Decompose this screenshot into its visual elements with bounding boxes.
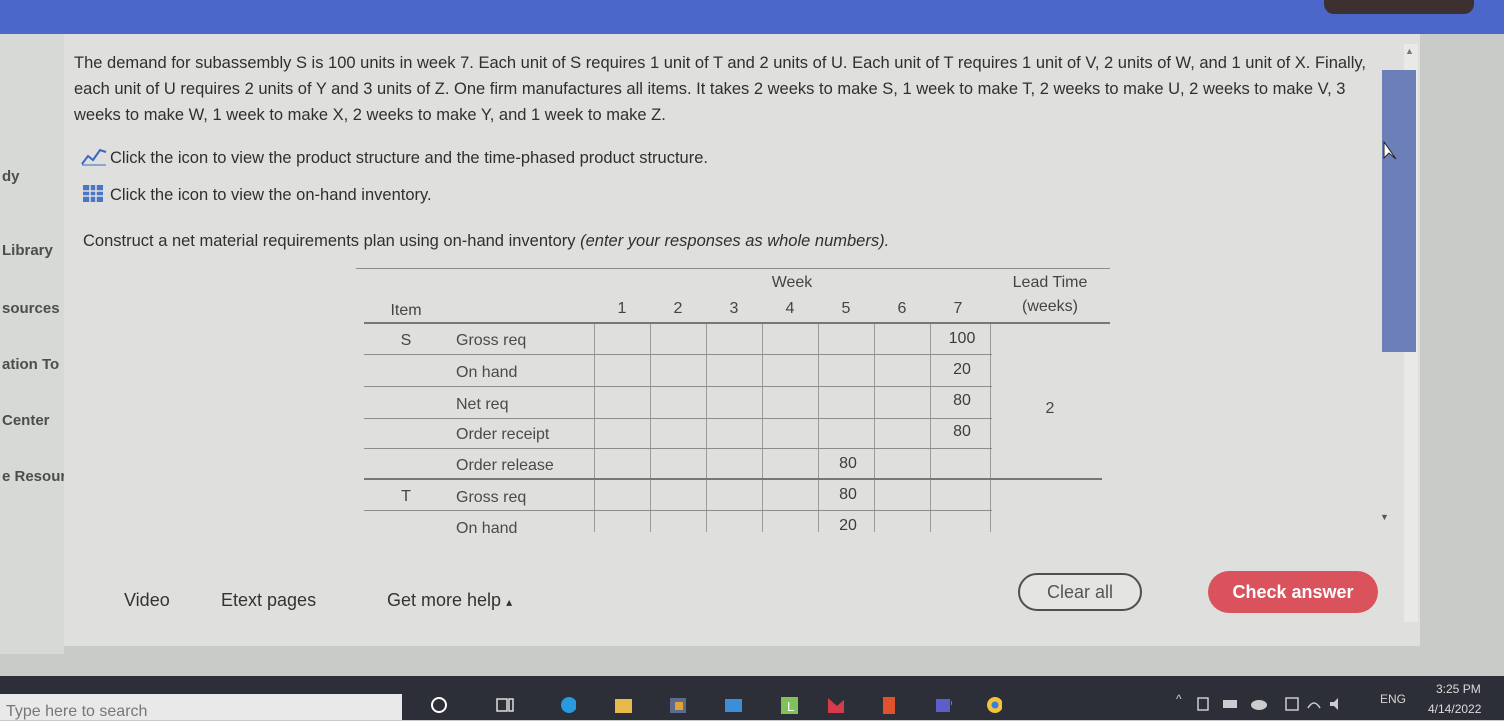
- volume-icon[interactable]: [1328, 696, 1346, 714]
- week-1-header: 1: [617, 300, 627, 317]
- grid-line: [594, 324, 595, 532]
- task-view-icon[interactable]: [496, 696, 514, 714]
- row-rule: [364, 448, 992, 449]
- nav-item-sources[interactable]: sources: [2, 300, 60, 317]
- s-order-receipt-w7[interactable]: 80: [934, 423, 990, 441]
- store-icon[interactable]: [668, 696, 686, 714]
- s-lead-time: 2: [1045, 400, 1055, 417]
- launcher-l-icon[interactable]: L: [780, 696, 798, 714]
- grid-line: [650, 324, 651, 532]
- item-s: S: [400, 332, 412, 349]
- week-header: Week: [771, 274, 813, 291]
- notification-app-icon[interactable]: [1284, 696, 1302, 714]
- inventory-help-link[interactable]: Click the icon to view the on-hand inven…: [80, 183, 432, 208]
- grid-line: [818, 324, 819, 532]
- nav-item-library[interactable]: Library: [2, 242, 53, 259]
- row-label: Order receipt: [456, 426, 550, 443]
- chrome-icon[interactable]: [984, 696, 1002, 714]
- taskbar-search-input[interactable]: Type here to search: [6, 703, 147, 721]
- caret-up-icon: ▴: [506, 595, 513, 609]
- row-rule: [364, 386, 992, 387]
- problem-text: The demand for subassembly S is 100 unit…: [74, 54, 1367, 124]
- svg-text:L: L: [787, 699, 794, 714]
- lead-time-subheader: (weeks): [1021, 298, 1078, 315]
- mouse-cursor-icon: [1383, 140, 1397, 160]
- row-label: On hand: [456, 520, 518, 537]
- nav-item-center[interactable]: Center: [2, 412, 50, 429]
- mrp-table: Week Lead Time (weeks) Item 1 2 3 4 5 6 …: [356, 268, 1110, 538]
- table-grid-icon[interactable]: [80, 183, 106, 203]
- chart-icon[interactable]: [80, 146, 108, 166]
- grid-line: [706, 324, 707, 532]
- item-header: Item: [390, 302, 422, 319]
- s-order-release-w5[interactable]: 80: [820, 455, 876, 473]
- row-rule: [364, 418, 992, 419]
- scrollbar-thumb[interactable]: [1382, 70, 1416, 352]
- wifi-icon[interactable]: [1306, 696, 1324, 714]
- row-label: On hand: [456, 364, 518, 381]
- row-label: Order release: [456, 457, 554, 474]
- s-gross-req-w7[interactable]: 100: [934, 330, 990, 348]
- instruction-main: Construct a net material requirements pl…: [83, 232, 576, 250]
- week-6-header: 6: [897, 300, 907, 317]
- browser-top-bar: [0, 0, 1504, 34]
- item-separator: [364, 478, 1102, 480]
- nav-item-tools[interactable]: ation To: [2, 356, 59, 373]
- get-more-help-link[interactable]: Get more help ▴: [387, 590, 512, 611]
- week-3-header: 3: [729, 300, 739, 317]
- week-4-header: 4: [785, 300, 795, 317]
- teams-icon[interactable]: [934, 696, 952, 714]
- instruction-italic: (enter your responses as whole numbers).: [580, 232, 890, 250]
- get-more-help-text[interactable]: Get more help: [387, 590, 501, 610]
- s-net-req-w7[interactable]: 80: [934, 392, 990, 410]
- mcafee-icon[interactable]: [826, 696, 844, 714]
- scroll-down-icon[interactable]: ▼: [1380, 512, 1389, 522]
- row-rule: [364, 510, 992, 511]
- file-explorer-icon[interactable]: [614, 696, 632, 714]
- mail-icon[interactable]: [724, 696, 742, 714]
- table-top-rule: [356, 268, 1110, 269]
- nav-item-study[interactable]: dy: [2, 168, 20, 185]
- video-link[interactable]: Video: [124, 590, 170, 611]
- instruction-text: Construct a net material requirements pl…: [83, 232, 889, 251]
- week-5-header: 5: [841, 300, 851, 317]
- top-corner-shape: [1324, 0, 1474, 14]
- language-indicator[interactable]: ENG: [1380, 692, 1406, 706]
- t-gross-req-w5[interactable]: 80: [820, 486, 876, 504]
- structure-help-text[interactable]: Click the icon to view the product struc…: [110, 149, 708, 168]
- week-2-header: 2: [673, 300, 683, 317]
- lead-time-header: Lead Time: [1012, 274, 1088, 291]
- battery-icon[interactable]: [1222, 698, 1240, 716]
- cloud-icon[interactable]: [1250, 698, 1268, 716]
- grid-line: [930, 324, 931, 532]
- left-nav: dy Library sources ation To Center e Res…: [0, 34, 75, 654]
- t-on-hand-w5[interactable]: 20: [820, 517, 876, 535]
- week-7-header: 7: [953, 300, 963, 317]
- s-on-hand-w7[interactable]: 20: [934, 361, 990, 379]
- tray-chevron-icon[interactable]: ^: [1176, 692, 1182, 706]
- item-t: T: [401, 488, 411, 505]
- edge-icon[interactable]: [558, 696, 576, 714]
- header-rule: [364, 322, 1110, 324]
- clear-all-button[interactable]: Clear all: [1018, 573, 1142, 611]
- tray-device-icon[interactable]: [1196, 696, 1214, 714]
- inventory-help-text[interactable]: Click the icon to view the on-hand inven…: [110, 186, 432, 205]
- check-answer-button[interactable]: Check answer: [1208, 571, 1378, 613]
- cortana-icon[interactable]: [430, 696, 448, 714]
- row-label: Net req: [456, 396, 509, 413]
- row-rule: [364, 354, 992, 355]
- row-label: Gross req: [456, 332, 527, 349]
- structure-help-link[interactable]: Click the icon to view the product struc…: [80, 146, 708, 171]
- grid-line: [990, 324, 991, 532]
- grid-line: [762, 324, 763, 532]
- etext-link[interactable]: Etext pages: [221, 590, 316, 611]
- clock-date[interactable]: 4/14/2022: [1428, 702, 1481, 716]
- office-icon[interactable]: [878, 696, 896, 714]
- scroll-up-icon[interactable]: ▲: [1405, 46, 1414, 56]
- row-label: Gross req: [456, 489, 527, 506]
- clock-time[interactable]: 3:25 PM: [1436, 682, 1481, 696]
